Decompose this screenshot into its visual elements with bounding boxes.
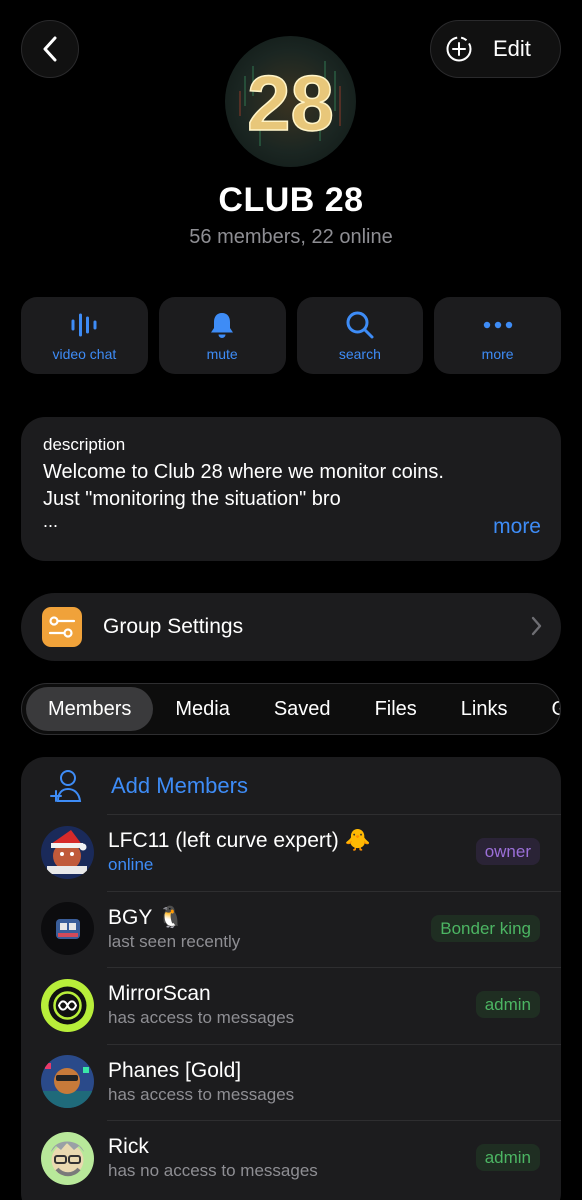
search-icon	[346, 311, 374, 338]
member-row[interactable]: MirrorScan has access to messages admin	[21, 967, 561, 1044]
member-status: has access to messages	[108, 1008, 295, 1028]
member-name: Phanes [Gold]	[108, 1058, 242, 1082]
edit-button[interactable]: Edit	[430, 20, 561, 78]
member-status: online	[108, 855, 154, 875]
search-button[interactable]: search	[296, 297, 424, 374]
tab-media[interactable]: Media	[153, 687, 251, 731]
add-members-label: Add Members	[111, 772, 248, 798]
avatar	[41, 1131, 94, 1185]
group-member-count: 56 members, 22 online	[189, 226, 393, 248]
tab-members[interactable]: Members	[26, 687, 154, 731]
sliders-icon	[42, 607, 82, 647]
mute-button[interactable]: mute	[158, 297, 286, 374]
voice-waves-icon	[71, 313, 97, 336]
description-header: description	[43, 435, 126, 454]
description-ellipsis: ...	[43, 511, 59, 531]
member-row[interactable]: Rick has no access to messages admin	[21, 1120, 561, 1197]
avatar	[41, 902, 94, 956]
group-avatar[interactable]: 28	[225, 36, 356, 167]
tab-gifs[interactable]: G	[530, 687, 561, 731]
video-chat-label: video chat	[52, 345, 117, 362]
avatar-text: 28	[247, 59, 334, 147]
member-row[interactable]: LFC11 (left curve expert) 🐥 online owner	[21, 814, 561, 891]
members-list: Add Members LFC11 (left curve expert) 🐥 …	[21, 757, 561, 1200]
group-settings-label: Group Settings	[103, 615, 244, 638]
more-label: more	[481, 345, 514, 362]
role-badge: admin	[475, 1144, 540, 1171]
description-card: description Welcome to Club 28 where we …	[21, 417, 561, 561]
description-line-2: Just "monitoring the situation" bro	[43, 488, 341, 510]
add-members-button[interactable]: Add Members	[21, 757, 561, 814]
role-badge: Bonder king	[431, 914, 540, 942]
more-button[interactable]: more	[434, 297, 561, 374]
back-button[interactable]	[21, 20, 79, 78]
tab-links[interactable]: Links	[439, 687, 530, 731]
chevron-right-icon	[531, 616, 542, 636]
avatar	[41, 825, 94, 879]
tab-files[interactable]: Files	[353, 687, 439, 731]
avatar	[41, 1055, 94, 1109]
mute-label: mute	[206, 345, 238, 362]
member-name: BGY 🐧	[108, 905, 184, 929]
description-more-link[interactable]: more	[493, 515, 541, 539]
media-tabs: Members Media Saved Files Links G	[21, 683, 561, 735]
member-status: has access to messages	[108, 1084, 295, 1104]
ellipsis-icon	[483, 321, 512, 328]
member-name: MirrorScan	[108, 982, 211, 1006]
search-label: search	[338, 345, 381, 362]
member-name: Rick	[108, 1135, 149, 1159]
tab-saved[interactable]: Saved	[252, 687, 353, 731]
member-status: has no access to messages	[108, 1161, 318, 1181]
role-badge: admin	[475, 991, 540, 1018]
role-badge: owner	[475, 838, 540, 865]
bell-icon	[211, 312, 234, 338]
add-user-icon	[50, 769, 82, 802]
group-title: CLUB 28	[218, 181, 364, 219]
video-chat-button[interactable]: video chat	[21, 297, 148, 374]
member-name: LFC11 (left curve expert) 🐥	[108, 829, 371, 853]
group-settings-row[interactable]: Group Settings	[21, 593, 561, 661]
avatar	[41, 978, 94, 1032]
plus-circle-dashed-icon	[446, 36, 472, 62]
member-row[interactable]: Phanes [Gold] has access to messages	[21, 1043, 561, 1121]
action-row: video chat mute search more	[21, 297, 561, 374]
member-row[interactable]: BGY 🐧 last seen recently Bonder king	[21, 890, 561, 968]
description-line-1: Welcome to Club 28 where we monitor coin…	[43, 461, 444, 483]
edit-label: Edit	[493, 36, 531, 61]
chevron-left-icon	[43, 36, 57, 62]
member-status: last seen recently	[108, 931, 241, 951]
